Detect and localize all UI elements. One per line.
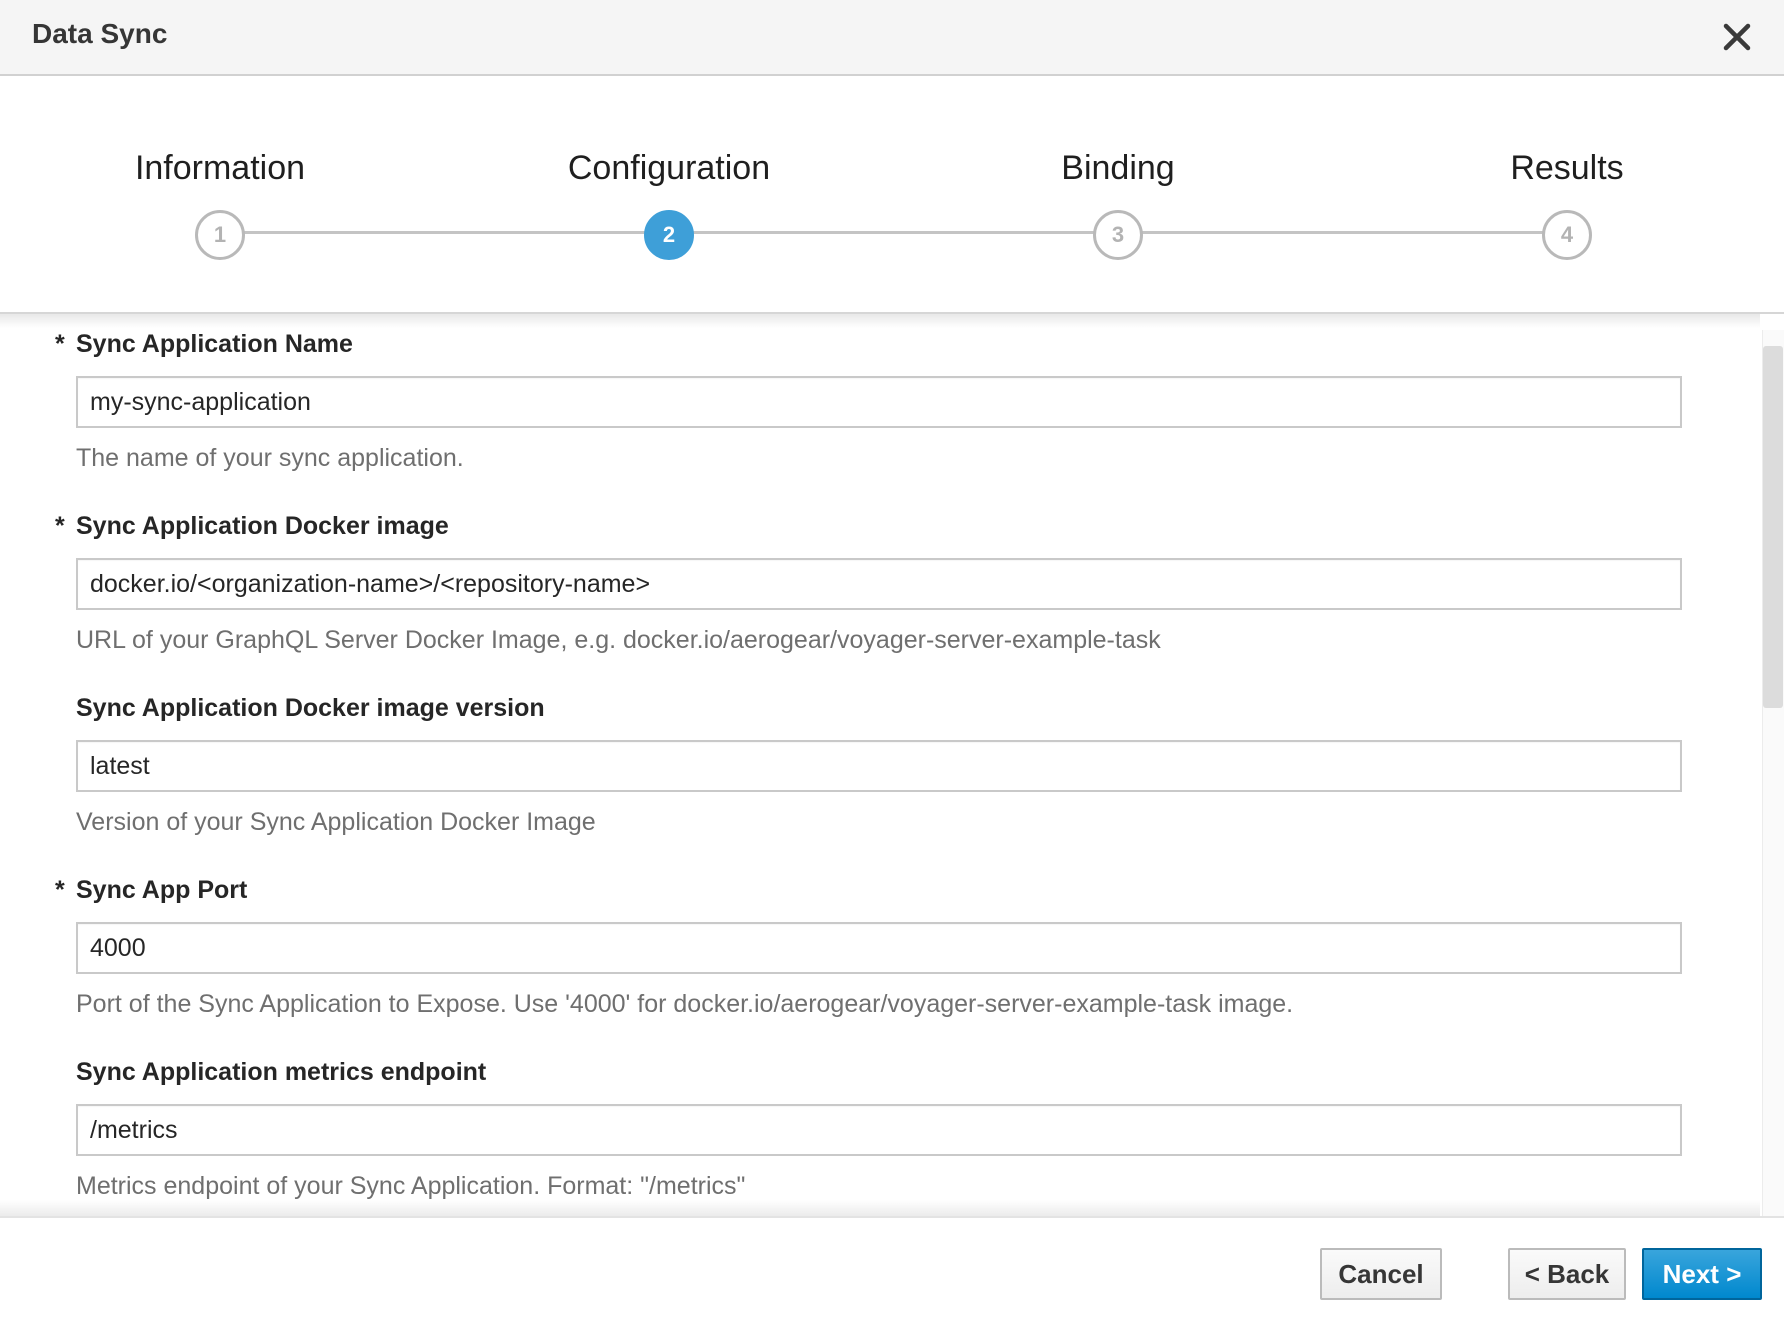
dialog-title: Data Sync	[32, 18, 168, 49]
close-icon	[1723, 23, 1751, 51]
metrics-endpoint-input[interactable]	[76, 1104, 1682, 1156]
wizard-progress-line	[219, 231, 1567, 234]
form-scrollbar-thumb[interactable]	[1763, 346, 1783, 708]
data-sync-dialog: Data Sync Information 1 Configuration 2 …	[0, 0, 1784, 1326]
required-marker: *	[55, 330, 65, 358]
required-marker: *	[55, 876, 65, 904]
wizard-step-results[interactable]: Results 4	[1387, 146, 1747, 260]
wizard-step-label: Binding	[1061, 149, 1175, 187]
wizard-step-number: 1	[195, 210, 245, 260]
docker-image-input[interactable]	[76, 558, 1682, 610]
wizard-steps: Information 1 Configuration 2 Binding 3 …	[0, 78, 1784, 314]
dialog-header: Data Sync	[0, 0, 1784, 76]
close-button[interactable]	[1714, 14, 1760, 60]
scroll-shadow-bottom	[0, 1200, 1760, 1216]
wizard-step-label: Results	[1510, 149, 1624, 187]
sync-app-port-input[interactable]	[76, 922, 1682, 974]
scroll-shadow-top	[0, 314, 1760, 328]
wizard-step-number: 4	[1542, 210, 1592, 260]
field-help-text: Port of the Sync Application to Expose. …	[76, 990, 1294, 1018]
field-label: Sync Application Name	[76, 330, 353, 358]
required-marker: *	[55, 512, 65, 540]
wizard-step-number-active: 2	[644, 210, 694, 260]
back-button[interactable]: < Back	[1508, 1248, 1626, 1300]
dialog-footer: Cancel < Back Next >	[0, 1216, 1784, 1326]
wizard-step-label: Configuration	[567, 149, 771, 187]
cancel-button[interactable]: Cancel	[1320, 1248, 1442, 1300]
field-label: Sync Application metrics endpoint	[76, 1058, 487, 1086]
field-label: Sync Application Docker image version	[76, 694, 545, 722]
sync-app-name-input[interactable]	[76, 376, 1682, 428]
field-help-text: Metrics endpoint of your Sync Applicatio…	[76, 1172, 746, 1200]
wizard-step-label: Information	[134, 149, 306, 187]
wizard-step-binding[interactable]: Binding 3	[938, 146, 1298, 260]
wizard-step-information[interactable]: Information 1	[40, 146, 400, 260]
configuration-form: * Sync Application Name The name of your…	[0, 316, 1784, 1216]
field-label: Sync App Port	[76, 876, 248, 904]
wizard-step-configuration[interactable]: Configuration 2	[489, 146, 849, 260]
field-help-text: The name of your sync application.	[76, 444, 464, 472]
docker-image-version-input[interactable]	[76, 740, 1682, 792]
field-label: Sync Application Docker image	[76, 512, 449, 540]
wizard-step-number: 3	[1093, 210, 1143, 260]
field-help-text: URL of your GraphQL Server Docker Image,…	[76, 626, 1161, 654]
form-scrollbar[interactable]	[1762, 330, 1784, 1216]
next-button[interactable]: Next >	[1642, 1248, 1762, 1300]
field-help-text: Version of your Sync Application Docker …	[76, 808, 596, 836]
